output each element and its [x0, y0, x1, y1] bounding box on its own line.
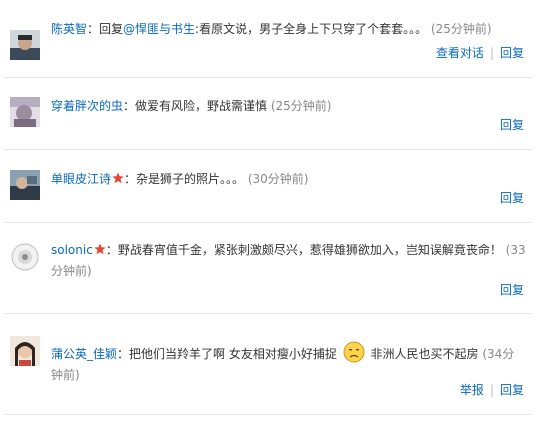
comment-body: solonic ：野战春宵值千金，紧张刺激颇尽兴，惹得雄狮欲加入，岂知误解竟丧命！… — [51, 240, 526, 282]
comment-actions: 回复 — [500, 190, 524, 206]
avatar[interactable] — [10, 170, 40, 200]
username-link[interactable]: 单眼皮江诗 — [51, 172, 111, 186]
username-link[interactable]: 蒲公英_佳颖 — [51, 347, 117, 361]
comment-text: ：把他们当羚羊了啊 女友相对瘦小好捕捉 — [117, 347, 337, 361]
divider — [4, 222, 532, 223]
comment-text: ：杂是狮子的照片。。。 — [124, 172, 245, 186]
reply-link[interactable]: 回复 — [500, 46, 524, 60]
comment-body: 单眼皮江诗 ：杂是狮子的照片。。。 (30分钟前) — [51, 169, 526, 190]
comment-actions: 回复 — [500, 117, 524, 133]
view-conversation-link[interactable]: 查看对话 — [436, 46, 484, 60]
comment-body: 穿着胖次的虫：做爱有风险，野战需谨慎 (25分钟前) — [51, 96, 526, 117]
reply-link[interactable]: 回复 — [500, 283, 524, 297]
divider — [4, 149, 532, 150]
avatar[interactable] — [10, 30, 40, 60]
reply-link[interactable]: 回复 — [500, 118, 524, 132]
comment-text: 非洲人民也买不起房 — [370, 347, 479, 361]
comment-text: :看原文说，男子全身上下只穿了个套套。。。 — [195, 22, 428, 36]
username-link[interactable]: 穿着胖次的虫 — [51, 99, 123, 113]
comment-text: ：回复 — [87, 22, 124, 36]
reply-link[interactable]: 回复 — [500, 191, 524, 205]
avatar[interactable] — [10, 97, 40, 127]
username-link[interactable]: 陈英智 — [51, 22, 87, 36]
avatar[interactable] — [10, 242, 40, 272]
separator: | — [489, 383, 494, 397]
comment-body: 陈英智：回复@悍匪与书生:看原文说，男子全身上下只穿了个套套。。。 (25分钟前… — [51, 19, 526, 40]
divider — [4, 414, 532, 415]
comment-actions: 举报 | 回复 — [460, 382, 524, 398]
reply-link[interactable]: 回复 — [500, 383, 524, 397]
star-badge-icon — [94, 243, 106, 255]
separator: | — [489, 46, 494, 60]
username-link[interactable]: solonic — [51, 243, 93, 257]
divider — [4, 313, 532, 314]
comment-list: 陈英智：回复@悍匪与书生:看原文说，男子全身上下只穿了个套套。。。 (25分钟前… — [0, 0, 536, 431]
avatar[interactable] — [10, 336, 40, 366]
mention-link[interactable]: @悍匪与书生 — [123, 22, 195, 36]
comment-actions: 查看对话 | 回复 — [436, 45, 524, 61]
comment-text: ：做爱有风险，野战需谨慎 — [123, 99, 268, 113]
divider — [4, 77, 532, 78]
comment-actions: 回复 — [500, 282, 524, 298]
comment-text: ：野战春宵值千金，紧张刺激颇尽兴，惹得雄狮欲加入，岂知误解竟丧命！ — [105, 243, 502, 257]
star-badge-icon — [112, 172, 124, 184]
timestamp: (25分钟前) — [270, 99, 332, 113]
timestamp: (30分钟前) — [247, 172, 309, 186]
comment-body: 蒲公英_佳颖：把他们当羚羊了啊 女友相对瘦小好捕捉 非洲人民也买不起房 (34分… — [51, 341, 526, 386]
sad-face-emoji — [343, 341, 365, 363]
timestamp: (25分钟前) — [430, 22, 492, 36]
report-link[interactable]: 举报 — [460, 383, 484, 397]
